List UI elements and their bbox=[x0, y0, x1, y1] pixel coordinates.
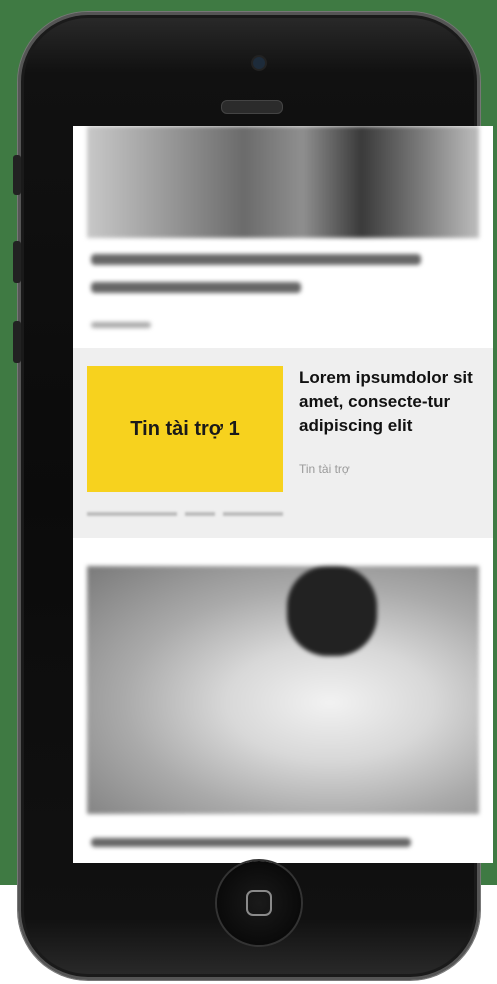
sponsored-ad[interactable]: Tin tài trợ 1 Lorem ipsumdolor sit amet,… bbox=[73, 348, 493, 538]
speaker-icon bbox=[221, 100, 283, 114]
article-meta bbox=[91, 322, 151, 328]
ad-bar bbox=[223, 512, 283, 516]
article-image-top[interactable] bbox=[87, 126, 479, 238]
phone-frame: Tin tài trợ 1 Lorem ipsumdolor sit amet,… bbox=[13, 12, 493, 980]
phone-screen: Tin tài trợ 1 Lorem ipsumdolor sit amet,… bbox=[73, 126, 493, 863]
home-square-icon bbox=[246, 890, 272, 916]
mute-switch bbox=[13, 155, 21, 195]
home-button-icon[interactable] bbox=[217, 861, 301, 945]
ad-bar bbox=[87, 512, 177, 516]
volume-down-button bbox=[13, 321, 21, 363]
article-image-bottom[interactable] bbox=[87, 566, 479, 814]
article-title-line[interactable] bbox=[91, 838, 411, 847]
volume-up-button bbox=[13, 241, 21, 283]
sponsor-box[interactable]: Tin tài trợ 1 bbox=[87, 366, 283, 492]
ad-label: Tin tài trợ bbox=[299, 462, 350, 476]
camera-icon bbox=[253, 57, 265, 69]
article-title-line[interactable] bbox=[91, 282, 301, 293]
image-detail bbox=[287, 566, 377, 656]
ad-bar bbox=[185, 512, 215, 516]
article-title-line[interactable] bbox=[91, 254, 421, 265]
ad-title[interactable]: Lorem ipsumdolor sit amet, consecte-tur … bbox=[299, 366, 489, 438]
